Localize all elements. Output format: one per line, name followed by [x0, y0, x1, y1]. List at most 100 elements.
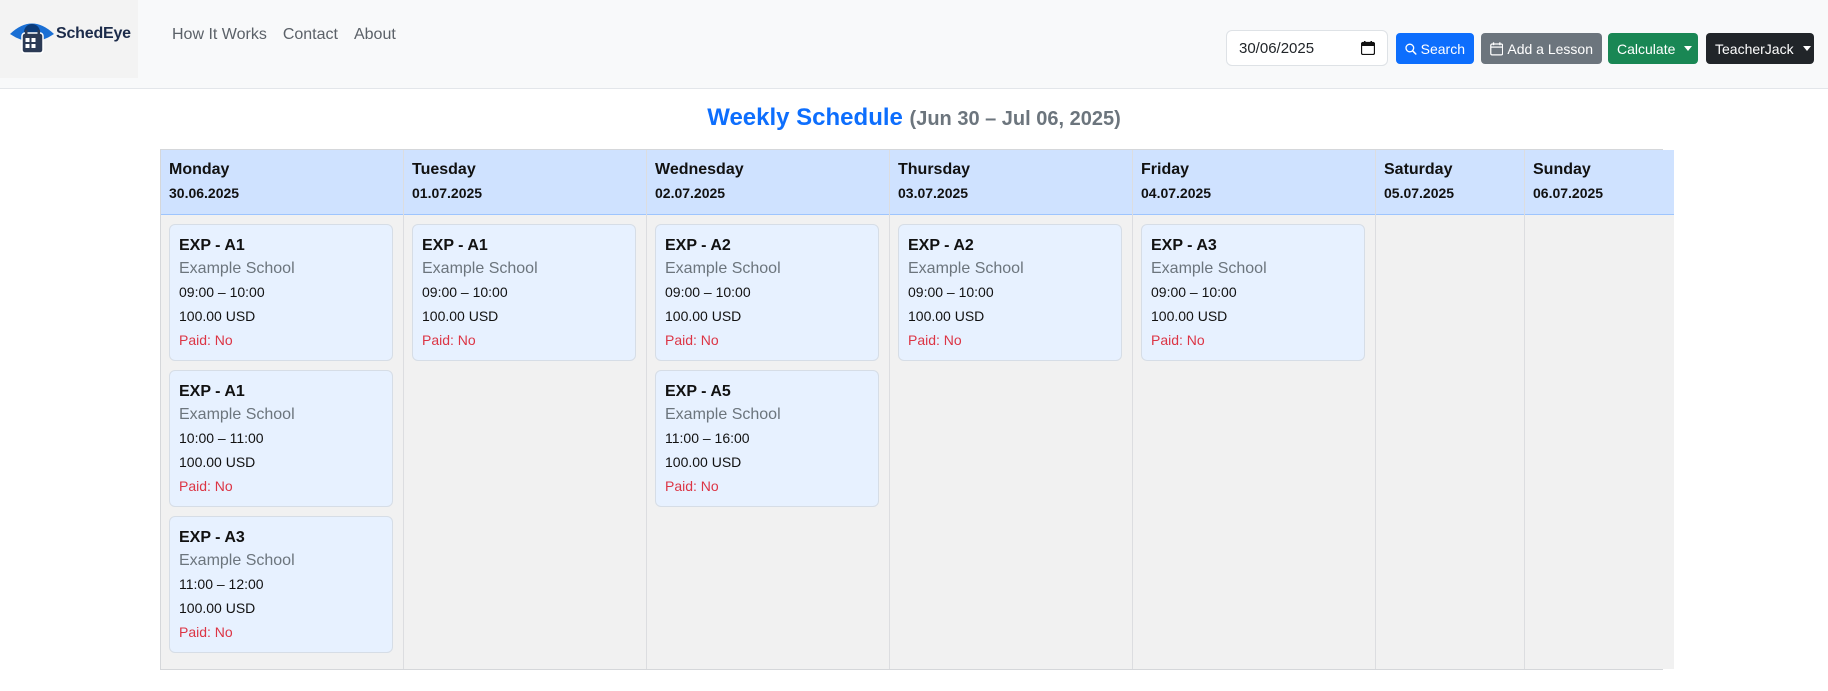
day-name: Thursday [898, 161, 971, 178]
lesson-price: 100.00 USD [179, 454, 256, 470]
lesson-time: 09:00 – 10:00 [179, 284, 265, 300]
lesson-title: EXP - A1 [179, 383, 245, 400]
lesson-price: 100.00 USD [179, 600, 256, 616]
lesson-paid: Paid: No [179, 478, 233, 494]
day-column-friday: Friday 04.07.2025 EXP - A3 Example School 09… [1133, 150, 1376, 669]
day-header: Thursday 03.07.2025 [890, 150, 1132, 215]
lesson-school: Example School [179, 260, 295, 277]
user-menu-button[interactable]: TeacherJack [1706, 33, 1814, 64]
lesson-time: 09:00 – 10:00 [908, 284, 994, 300]
day-column-sunday: Sunday 06.07.2025 [1525, 150, 1674, 669]
lesson-card[interactable]: EXP - A1 Example School 09:00 – 10:00 100.0… [169, 224, 393, 361]
lesson-paid: Paid: No [908, 332, 962, 348]
lesson-card[interactable]: EXP - A2 Example School 09:00 – 10:00 100.0… [898, 224, 1122, 361]
search-icon [1405, 43, 1417, 55]
day-name: Wednesday [655, 161, 744, 178]
nav-link-contact[interactable]: Contact [283, 26, 338, 44]
lesson-price: 100.00 USD [1151, 308, 1228, 324]
lesson-title: EXP - A1 [422, 237, 488, 254]
lesson-title: EXP - A3 [1151, 237, 1217, 254]
lesson-price: 100.00 USD [665, 454, 742, 470]
page-title: Weekly Schedule (Jun 30 – Jul 06, 2025) [0, 104, 1828, 132]
day-date: 02.07.2025 [655, 185, 726, 201]
day-name: Sunday [1533, 161, 1591, 178]
day-header: Saturday 05.07.2025 [1376, 150, 1524, 215]
brand-link[interactable]: SchedEye [0, 0, 138, 78]
day-name: Friday [1141, 161, 1190, 178]
lesson-title: EXP - A1 [179, 237, 245, 254]
lesson-price: 100.00 USD [665, 308, 742, 324]
lesson-paid: Paid: No [179, 624, 233, 640]
lesson-card[interactable]: EXP - A1 Example School 10:00 – 11:00 100.0… [169, 370, 393, 507]
day-column-saturday: Saturday 05.07.2025 [1376, 150, 1525, 669]
page-title-text: Weekly Schedule [707, 104, 903, 131]
add-lesson-button[interactable]: Add a Lesson [1481, 33, 1602, 64]
lesson-time: 09:00 – 10:00 [422, 284, 508, 300]
day-column-thursday: Thursday 03.07.2025 EXP - A2 Example School… [890, 150, 1133, 669]
day-header: Tuesday 01.07.2025 [404, 150, 646, 215]
lesson-time: 09:00 – 10:00 [665, 284, 751, 300]
lesson-card[interactable]: EXP - A5 Example School 11:00 – 16:00 100.0… [655, 370, 879, 507]
day-date: 06.07.2025 [1533, 185, 1604, 201]
lesson-title: EXP - A2 [908, 237, 974, 254]
user-menu-label: TeacherJack [1715, 40, 1794, 57]
day-column-tuesday: Tuesday 01.07.2025 EXP - A1 Example School 0… [404, 150, 647, 669]
calculate-dropdown-button[interactable]: Calculate [1608, 33, 1698, 64]
lesson-paid: Paid: No [1151, 332, 1205, 348]
lesson-paid: Paid: No [179, 332, 233, 348]
lesson-school: Example School [665, 406, 781, 423]
lesson-school: Example School [179, 406, 295, 423]
day-header: Friday 04.07.2025 [1133, 150, 1375, 215]
day-date: 05.07.2025 [1384, 185, 1455, 201]
lesson-paid: Paid: No [422, 332, 476, 348]
lesson-time: 09:00 – 10:00 [1151, 284, 1237, 300]
lesson-card[interactable]: EXP - A2 Example School 09:00 – 10:00 100.0… [655, 224, 879, 361]
day-column-monday: Monday 30.06.2025 EXP - A1 Example School 09… [161, 150, 404, 669]
day-date: 30.06.2025 [169, 185, 240, 201]
lesson-school: Example School [422, 260, 538, 277]
day-header: Monday 30.06.2025 [161, 150, 403, 215]
lesson-card[interactable]: EXP - A3 Example School 11:00 – 12:00 100.0… [169, 516, 393, 653]
brand-name: SchedEye [56, 25, 131, 42]
nav-link-how-it-works[interactable]: How It Works [172, 26, 267, 44]
lesson-price: 100.00 USD [179, 308, 256, 324]
day-header: Sunday 06.07.2025 [1525, 150, 1674, 215]
calendar-icon[interactable] [1361, 41, 1375, 55]
lesson-school: Example School [1151, 260, 1267, 277]
day-date: 01.07.2025 [412, 185, 483, 201]
date-input-value: 30/06/2025 [1239, 39, 1315, 57]
lesson-time: 11:00 – 16:00 [665, 430, 750, 446]
lesson-card[interactable]: EXP - A3 Example School 09:00 – 10:00 100.0… [1141, 224, 1365, 361]
lesson-school: Example School [665, 260, 781, 277]
day-header: Wednesday 02.07.2025 [647, 150, 889, 215]
lesson-paid: Paid: No [665, 478, 719, 494]
chevron-down-icon [1684, 46, 1693, 51]
weekly-schedule-table: Monday 30.06.2025 EXP - A1 Example School 09… [160, 149, 1674, 670]
calculate-button-label: Calculate [1617, 40, 1676, 57]
calendar-icon [1490, 41, 1504, 56]
lesson-title: EXP - A5 [665, 383, 731, 400]
day-name: Saturday [1384, 161, 1453, 178]
eye-calendar-logo-icon [10, 23, 54, 54]
search-button[interactable]: Search [1396, 33, 1474, 64]
lesson-time: 11:00 – 12:00 [179, 576, 264, 592]
lesson-paid: Paid: No [665, 332, 719, 348]
day-column-wednesday: Wednesday 02.07.2025 EXP - A2 Example Schoo… [647, 150, 890, 669]
lesson-title: EXP - A2 [665, 237, 731, 254]
nav-link-about[interactable]: About [354, 26, 396, 44]
add-lesson-button-label: Add a Lesson [1507, 40, 1593, 57]
day-date: 04.07.2025 [1141, 185, 1212, 201]
search-button-label: Search [1420, 40, 1465, 57]
day-name: Monday [169, 161, 230, 178]
lesson-time: 10:00 – 11:00 [179, 430, 264, 446]
navbar: SchedEye How It Works Contact About 30/0… [0, 0, 1828, 89]
nav-links: How It Works Contact About [172, 26, 412, 44]
day-date: 03.07.2025 [898, 185, 969, 201]
lesson-price: 100.00 USD [908, 308, 985, 324]
lesson-title: EXP - A3 [179, 529, 245, 546]
lesson-card[interactable]: EXP - A1 Example School 09:00 – 10:00 100.0… [412, 224, 636, 361]
chevron-down-icon [1802, 46, 1811, 51]
day-name: Tuesday [412, 161, 476, 178]
week-range: (Jun 30 – Jul 06, 2025) [909, 108, 1121, 130]
date-input[interactable]: 30/06/2025 [1226, 30, 1388, 66]
